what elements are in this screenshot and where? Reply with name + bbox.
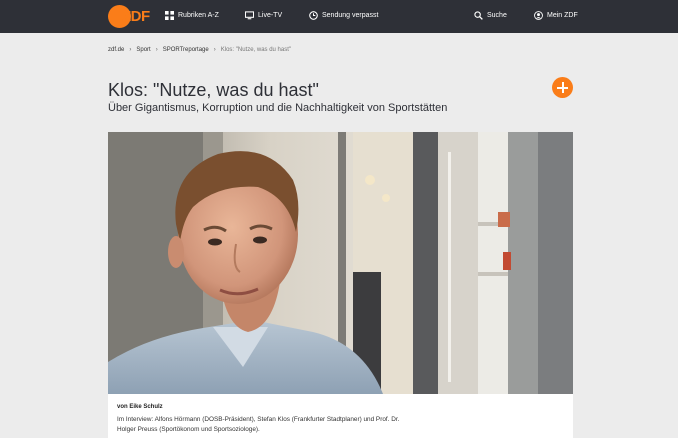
nav-live-tv[interactable]: Live-TV (245, 11, 282, 20)
tv-icon (245, 11, 254, 20)
breadcrumb-item-sportreportage[interactable]: SPORTreportage (163, 47, 209, 53)
page-title: Klos: "Nutze, was du hast" (108, 80, 319, 100)
nav-mein-zdf-label: Mein ZDF (547, 12, 578, 19)
zdf-logo[interactable]: ZDF (108, 5, 156, 28)
breadcrumb: zdf.de › Sport › SPORTreportage › Klos: … (108, 47, 291, 53)
breadcrumb-item-sport[interactable]: Sport (136, 47, 150, 53)
chevron-right-icon: › (155, 47, 158, 53)
clock-icon (309, 11, 318, 20)
nav-live-tv-label: Live-TV (258, 12, 283, 19)
video-still (108, 132, 573, 394)
nav-suche-label: Suche (487, 12, 507, 19)
video-player[interactable] (108, 132, 573, 394)
breadcrumb-item-home[interactable]: zdf.de (108, 47, 124, 53)
nav-mein-zdf[interactable]: Mein ZDF (534, 11, 578, 20)
chevron-right-icon: › (129, 47, 132, 53)
chevron-right-icon: › (213, 47, 216, 53)
logo-text: ZDF (122, 8, 150, 25)
nav-rubriken[interactable]: Rubriken A-Z (165, 11, 219, 20)
author-line: von Eike Schulz (117, 404, 163, 410)
add-to-list-button[interactable] (552, 77, 573, 98)
nav-sendung-verpasst-label: Sendung verpasst (322, 12, 379, 19)
user-icon (534, 11, 543, 20)
top-navigation-bar: ZDF Rubriken A-Z Live-TV Sendung verpass… (0, 0, 678, 33)
breadcrumb-item-current: Klos: "Nutze, was du hast" (220, 47, 292, 53)
nav-rubriken-label: Rubriken A-Z (178, 12, 219, 19)
nav-suche[interactable]: Suche (474, 11, 507, 20)
page-subtitle: Über Gigantismus, Korruption und die Nac… (108, 102, 448, 114)
grid-icon (165, 11, 174, 20)
video-description: Im Interview: Alfons Hörmann (DOSB-Präsi… (117, 416, 400, 433)
search-icon (474, 11, 483, 20)
video-caption: von Eike Schulz Im Interview: Alfons Hör… (108, 394, 573, 438)
nav-sendung-verpasst[interactable]: Sendung verpasst (309, 11, 378, 20)
